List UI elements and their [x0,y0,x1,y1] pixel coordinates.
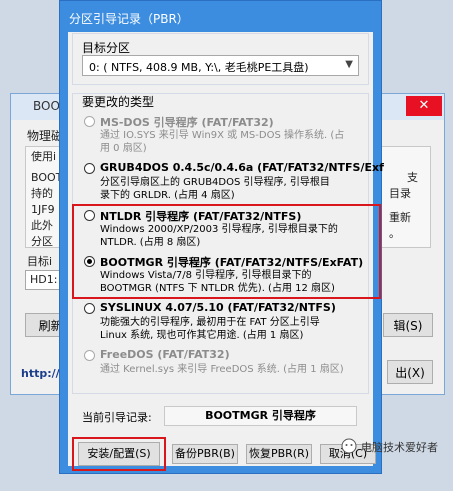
background-text-right: 支 [407,171,418,184]
background-text-line: 持的 [31,187,53,200]
watermark: 电脑技术爱好者 [341,436,449,456]
radio-msdos[interactable] [84,116,95,127]
option-grub4dos-desc: 录下的 GRLDR. (占用 4 扇区) [100,190,235,201]
background-text-line: BOOT [31,171,63,184]
option-syslinux-desc: Linux 系统, 现也可作其它用途. (占用 1 扇区) [100,330,304,341]
current-record-label: 当前引导记录: [82,411,152,424]
option-freedos-title[interactable]: FreeDOS (FAT/FAT32) [100,348,230,361]
chevron-down-icon[interactable]: ▼ [345,59,353,70]
radio-grub4dos[interactable] [84,163,95,174]
option-msdos-title[interactable]: MS-DOS 引导程序 (FAT/FAT32) [100,114,274,130]
background-target-label: 目标i [27,255,53,268]
background-close-icon[interactable]: ✕ [406,96,442,116]
backup-pbr-button[interactable]: 备份PBR(B) [172,444,238,464]
background-text-right: 重新 [389,211,411,224]
watermark-text: 电脑技术爱好者 [361,441,438,454]
pbr-dialog: 分区引导记录（PBR） 目标分区 0: ( NTFS, 408.9 MB, Y:… [59,0,384,474]
option-freedos-desc: 通过 Kernel.sys 来引导 FreeDOS 系统. (占用 1 扇区) [100,364,344,375]
background-text-right: 。 [389,227,400,240]
install-highlight-box [72,437,166,471]
highlight-box [72,204,381,299]
current-record-value: BOOTMGR 引导程序 [164,406,357,426]
type-group-label: 要更改的类型 [82,95,155,109]
option-syslinux-desc: 功能强大的引导程序, 最初用于在 FAT 分区上引导 [100,317,320,328]
target-partition-label: 目标分区 [82,41,131,55]
background-combo-value: HD1: [30,273,58,286]
edit-button[interactable]: 辑(S) [383,313,433,337]
target-partition-select[interactable]: 0: ( NTFS, 408.9 MB, Y:\, 老毛桃PE工具盘) ▼ [82,55,359,76]
background-text-line: 此外 [31,219,53,232]
option-syslinux-title[interactable]: SYSLINUX 4.07/5.10 (FAT/FAT32/NTFS) [100,301,336,314]
dialog-body: 目标分区 0: ( NTFS, 408.9 MB, Y:\, 老毛桃PE工具盘)… [68,32,384,471]
wechat-icon [341,438,357,454]
background-text-line: 分区 [31,235,53,248]
option-msdos-desc: 通过 IO.SYS 来引导 Win9X 或 MS-DOS 操作系统. (占 [100,130,345,141]
option-grub4dos-desc: 分区引导扇区上的 GRUB4DOS 引导程序, 引导根目 [100,177,330,188]
radio-syslinux[interactable] [84,303,95,314]
background-text-right: 目录 [389,187,411,200]
exit-button[interactable]: 出(X) [387,360,433,384]
option-msdos-desc: 用 0 扇区) [100,143,147,154]
restore-pbr-button[interactable]: 恢复PBR(R) [246,444,312,464]
target-partition-value: 0: ( NTFS, 408.9 MB, Y:\, 老毛桃PE工具盘) [89,61,309,74]
dialog-title: 分区引导记录（PBR） [69,12,189,26]
background-text-line: 1JF9 [31,203,55,216]
background-group-label: 使用i [31,150,57,163]
radio-freedos[interactable] [84,350,95,361]
option-grub4dos-title[interactable]: GRUB4DOS 0.4.5c/0.4.6a (FAT/FAT32/NTFS/E… [100,161,384,174]
